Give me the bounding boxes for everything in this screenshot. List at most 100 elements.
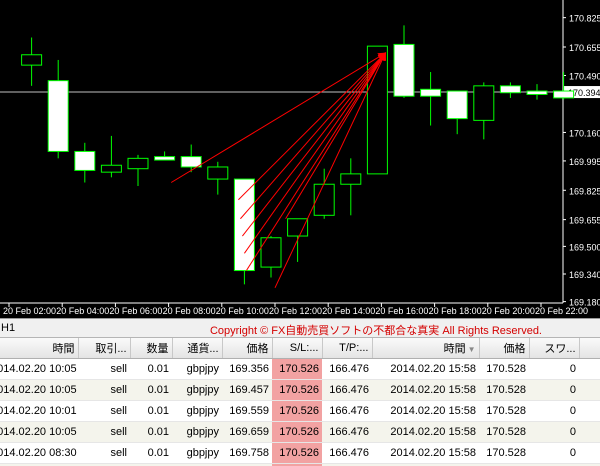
candle-bullish — [127, 157, 149, 170]
table-cell: gbpjpy — [172, 442, 222, 464]
table-cell: -1 172 — [579, 358, 600, 380]
time-tick-label: 20 Feb 14:00 — [322, 306, 375, 316]
table-cell: -770 — [579, 442, 600, 464]
table-cell: gbpjpy — [172, 421, 222, 443]
table-cell: 2014.02.20 10:01 — [0, 400, 78, 422]
chart-tab-h1[interactable]: H1 — [1, 322, 15, 334]
table-cell: gbpjpy — [172, 358, 222, 380]
table-row[interactable]: 2014.02.20 10:05sell0.01gbpjpy169.356170… — [0, 358, 600, 380]
column-header[interactable]: T/P:... — [322, 338, 373, 359]
candle-bearish — [154, 156, 176, 161]
table-cell: 0 — [529, 421, 579, 443]
table-row[interactable]: 2014.02.20 10:01sell0.01gbpjpy169.559170… — [0, 400, 600, 422]
copyright-notice: Copyright © FX自動売買ソフトの不都合な真実 All Rights … — [209, 325, 542, 337]
time-tick-label: 20 Feb 20:00 — [482, 306, 535, 316]
table-cell: 170.526 — [272, 421, 322, 443]
table-cell: gbpjpy — [172, 379, 222, 401]
time-tick-label: 20 Feb 08:00 — [163, 306, 216, 316]
candle-bullish — [100, 164, 122, 173]
column-header[interactable]: 通貨... — [172, 338, 223, 359]
table-cell: 0.01 — [130, 442, 172, 464]
candle-bearish — [526, 90, 548, 95]
table-cell: 2014.02.20 10:05 — [0, 421, 78, 443]
price-tick-label: 170.825 — [569, 14, 600, 24]
candle-bearish — [47, 80, 69, 152]
table-cell: 0 — [529, 442, 579, 464]
time-tick-label: 20 Feb 12:00 — [269, 306, 322, 316]
candle-bearish — [499, 85, 521, 94]
column-header[interactable]: 数量 — [130, 338, 173, 359]
price-tick-label: 169.500 — [569, 242, 600, 252]
table-cell: gbpjpy — [172, 400, 222, 422]
table-cell: sell — [78, 442, 130, 464]
sort-desc-icon: ▼ — [467, 345, 476, 354]
price-chart[interactable]: 170.825 170.655 170.490 170.160 169.995 169.8… — [0, 0, 600, 318]
table-cell: 0 — [529, 400, 579, 422]
table-cell: 170.528 — [479, 421, 529, 443]
table-cell: 0 — [529, 358, 579, 380]
table-cell: sell — [78, 358, 130, 380]
column-header[interactable]: 価格 — [479, 338, 530, 359]
table-cell: -1 071 — [579, 379, 600, 401]
candle-bearish — [553, 90, 575, 99]
table-cell: 169.758 — [222, 442, 272, 464]
table-cell: 2014.02.20 08:30 — [0, 442, 78, 464]
candle-bearish — [74, 150, 96, 171]
table-row[interactable]: 2014.02.20 08:30sell0.01gbpjpy169.758170… — [0, 442, 600, 464]
price-tick-label: 170.655 — [569, 43, 600, 53]
table-cell: 170.526 — [272, 400, 322, 422]
column-header[interactable]: 損益 — [579, 338, 600, 359]
price-tick-label: 169.655 — [569, 216, 600, 226]
table-header-row: 時間 取引... 数量 通貨... 価格 S/L:... T/P:... 時間 ▼ 価格 スワ...… — [0, 338, 600, 359]
table-row[interactable]: 2014.02.20 10:05sell0.01gbpjpy169.457170… — [0, 379, 600, 401]
table-cell: 169.356 — [222, 358, 272, 380]
table-cell: 2014.02.20 10:05 — [0, 379, 78, 401]
table-cell: 2014.02.20 15:58 — [372, 358, 479, 380]
time-tick-label: 20 Feb 10:00 — [216, 306, 269, 316]
table-cell: -869 — [579, 421, 600, 443]
column-header[interactable]: 時間 — [0, 338, 79, 359]
table-row[interactable]: 2014.02.20 10:05sell0.01gbpjpy169.659170… — [0, 421, 600, 443]
column-header[interactable]: S/L:... — [272, 338, 323, 359]
table-cell: 166.476 — [322, 442, 372, 464]
column-header[interactable]: 取引... — [78, 338, 131, 359]
table-cell: 170.528 — [479, 358, 529, 380]
candle-bullish — [340, 173, 362, 185]
candle-bearish — [420, 88, 442, 97]
candle-bullish — [313, 183, 335, 216]
table-cell: 166.476 — [322, 358, 372, 380]
chart-tab-bar: H1 Copyright © FX自動売買ソフトの不都合な真実 All Righ… — [0, 318, 600, 338]
table-cell: 169.559 — [222, 400, 272, 422]
trade-history-table: 時間 取引... 数量 通貨... 価格 S/L:... T/P:... 時間 ▼ 価格 スワ...… — [0, 338, 600, 466]
table-cell: 170.528 — [479, 379, 529, 401]
table-cell: 170.528 — [479, 442, 529, 464]
table-cell: 169.659 — [222, 421, 272, 443]
table-cell: 2014.02.20 15:58 — [372, 379, 479, 401]
column-header[interactable]: 時間 ▼ — [372, 338, 480, 359]
time-tick-label: 20 Feb 18:00 — [429, 306, 482, 316]
table-cell: 2014.02.20 15:58 — [372, 421, 479, 443]
table-cell: sell — [78, 400, 130, 422]
table-cell: -969 — [579, 400, 600, 422]
table-cell: 166.476 — [322, 400, 372, 422]
table-cell: 0.01 — [130, 358, 172, 380]
table-cell: sell — [78, 379, 130, 401]
price-tick-label: 169.340 — [569, 270, 600, 280]
table-cell: 0 — [529, 379, 579, 401]
candle-bullish — [21, 54, 43, 66]
time-tick-label: 20 Feb 22:00 — [535, 306, 588, 316]
table-cell: 0.01 — [130, 400, 172, 422]
table-cell: 170.526 — [272, 358, 322, 380]
table-cell: 170.526 — [272, 442, 322, 464]
price-tick-label: 170.160 — [569, 128, 600, 138]
time-tick-label: 20 Feb 02:00 — [3, 306, 56, 316]
table-cell: 169.457 — [222, 379, 272, 401]
time-tick-label: 20 Feb 16:00 — [375, 306, 428, 316]
column-header[interactable]: 価格 — [222, 338, 273, 359]
candle-bearish — [446, 90, 468, 120]
table-cell: 170.528 — [479, 400, 529, 422]
column-header[interactable]: スワ... — [529, 338, 580, 359]
table-cell: 2014.02.20 15:58 — [372, 400, 479, 422]
candle-bullish — [207, 166, 229, 180]
candle-bearish — [393, 43, 415, 97]
